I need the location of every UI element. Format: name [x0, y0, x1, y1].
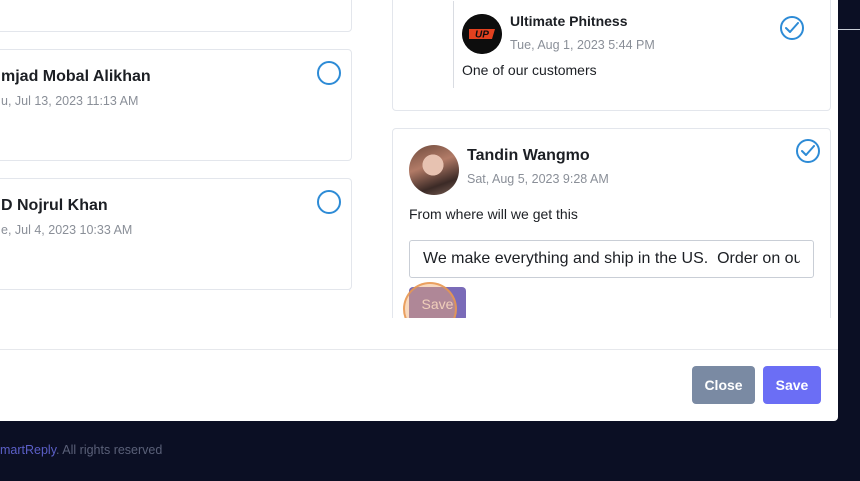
background-divider [838, 29, 860, 30]
comment-message: From where will we get this [409, 206, 578, 222]
selected-check-icon[interactable] [780, 16, 804, 40]
reply-message: One of our customers [462, 62, 597, 78]
avatar: UP [462, 14, 502, 54]
save-button[interactable]: Save [763, 366, 821, 404]
comment-date: u, Jul 13, 2023 11:13 AM [1, 94, 139, 108]
comment-card[interactable]: D Nojrul Khan e, Jul 4, 2023 10:33 AM [0, 178, 352, 290]
comments-modal: mjad Mobal Alikhan u, Jul 13, 2023 11:13… [0, 0, 838, 421]
save-reply-button[interactable]: Save [409, 287, 466, 318]
close-button[interactable]: Close [692, 366, 755, 404]
modal-body: mjad Mobal Alikhan u, Jul 13, 2023 11:13… [0, 0, 838, 318]
reply-thread-card[interactable]: UP Ultimate Phitness Tue, Aug 1, 2023 5:… [392, 0, 831, 111]
select-circle-icon[interactable] [317, 190, 341, 214]
ultimate-phitness-logo-icon: UP [462, 14, 502, 54]
svg-text:UP: UP [475, 30, 489, 41]
reply-input[interactable] [409, 240, 814, 278]
comment-card-top-left[interactable] [0, 0, 352, 32]
modal-footer-divider [0, 349, 838, 350]
comment-author: mjad Mobal Alikhan [1, 68, 151, 85]
comment-card[interactable]: mjad Mobal Alikhan u, Jul 13, 2023 11:13… [0, 49, 352, 161]
reply-author: Ultimate Phitness [510, 13, 628, 29]
comment-date: Sat, Aug 5, 2023 9:28 AM [467, 172, 609, 186]
brand-link[interactable]: martReply [0, 443, 56, 457]
avatar [409, 145, 459, 195]
select-circle-icon[interactable] [317, 61, 341, 85]
rights-text: . All rights reserved [56, 443, 163, 457]
page-footer: martReply. All rights reserved [0, 443, 162, 457]
comment-author: D Nojrul Khan [1, 197, 108, 214]
comment-date: e, Jul 4, 2023 10:33 AM [1, 223, 133, 237]
reply-date: Tue, Aug 1, 2023 5:44 PM [510, 38, 655, 52]
comment-author: Tandin Wangmo [467, 147, 590, 164]
thread-line [453, 1, 454, 88]
selected-check-icon[interactable] [796, 139, 820, 163]
